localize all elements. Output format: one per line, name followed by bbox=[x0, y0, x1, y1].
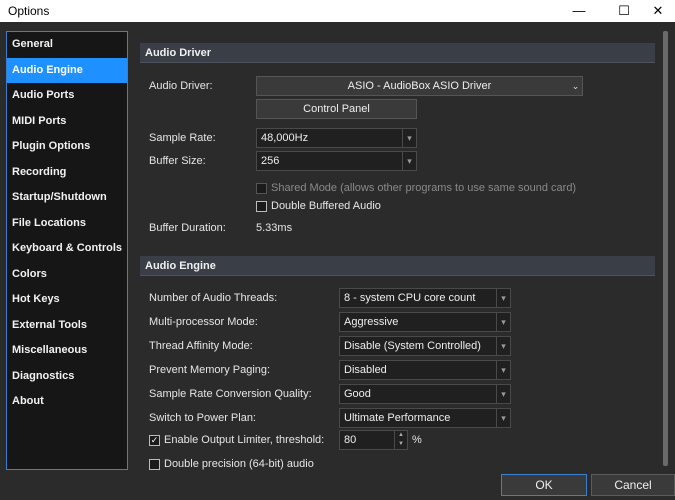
maximize-button[interactable]: ☐ bbox=[607, 0, 641, 22]
sidebar-item-audio-ports[interactable]: Audio Ports bbox=[7, 83, 127, 109]
power-plan-select[interactable]: Ultimate Performance ▾ bbox=[339, 408, 511, 428]
chevron-down-icon: ▾ bbox=[496, 385, 510, 403]
chevron-down-icon: ▾ bbox=[496, 313, 510, 331]
multiprocessor-mode-label: Multi-processor Mode: bbox=[149, 316, 258, 328]
double-precision-label: Double precision (64-bit) audio bbox=[164, 458, 314, 470]
src-quality-value: Good bbox=[344, 388, 371, 400]
cancel-button[interactable]: Cancel bbox=[591, 474, 675, 496]
sidebar-item-audio-engine[interactable]: Audio Engine bbox=[7, 57, 127, 83]
window-title: Options bbox=[8, 4, 50, 18]
buffer-duration-label: Buffer Duration: bbox=[149, 222, 226, 234]
sidebar-item-startup-shutdown[interactable]: Startup/Shutdown bbox=[7, 185, 127, 211]
power-plan-value: Ultimate Performance bbox=[344, 412, 451, 424]
double-buffered-checkbox[interactable] bbox=[256, 201, 267, 212]
src-quality-label: Sample Rate Conversion Quality: bbox=[149, 388, 312, 400]
sidebar-item-plugin-options[interactable]: Plugin Options bbox=[7, 134, 127, 160]
audio-engine-section-header: Audio Engine bbox=[140, 256, 655, 276]
ok-button[interactable]: OK bbox=[501, 474, 587, 496]
memory-paging-label: Prevent Memory Paging: bbox=[149, 364, 271, 376]
sidebar-item-diagnostics[interactable]: Diagnostics bbox=[7, 364, 127, 390]
sidebar-item-about[interactable]: About bbox=[7, 389, 127, 415]
shared-mode-checkbox[interactable] bbox=[256, 183, 267, 194]
audio-threads-label: Number of Audio Threads: bbox=[149, 292, 278, 304]
title-bar: Options — ☐ ✕ bbox=[0, 0, 675, 22]
output-limiter-checkbox[interactable]: ✓ bbox=[149, 435, 160, 446]
thread-affinity-select[interactable]: Disable (System Controlled) ▾ bbox=[339, 336, 511, 356]
multiprocessor-mode-select[interactable]: Aggressive ▾ bbox=[339, 312, 511, 332]
sample-rate-value: 48,000Hz bbox=[261, 132, 309, 144]
sidebar-item-colors[interactable]: Colors bbox=[7, 262, 127, 288]
audio-driver-select[interactable]: ASIO - AudioBox ASIO Driver ⌄ bbox=[256, 76, 583, 96]
sample-rate-label: Sample Rate: bbox=[149, 132, 216, 144]
double-buffered-label: Double Buffered Audio bbox=[271, 200, 381, 212]
double-precision-checkbox[interactable] bbox=[149, 459, 160, 470]
scrollbar-thumb[interactable] bbox=[663, 31, 668, 466]
shared-mode-label: Shared Mode (allows other programs to us… bbox=[271, 182, 577, 194]
buffer-duration-value: 5.33ms bbox=[256, 222, 293, 234]
minimize-button[interactable]: — bbox=[562, 0, 596, 22]
chevron-down-icon: ▾ bbox=[496, 361, 510, 379]
options-content: Audio Driver Audio Driver: ASIO - AudioB… bbox=[140, 31, 655, 471]
close-button[interactable]: ✕ bbox=[641, 0, 675, 22]
chevron-down-icon: ⌄ bbox=[571, 81, 580, 91]
sample-rate-select[interactable]: 48,000Hz ▾ bbox=[256, 128, 417, 148]
sidebar-item-keyboard-controls[interactable]: Keyboard & Controls bbox=[7, 236, 127, 262]
limiter-threshold-value: 80 bbox=[344, 434, 357, 446]
audio-driver-value: ASIO - AudioBox ASIO Driver bbox=[347, 80, 492, 92]
output-limiter-label: Enable Output Limiter, threshold: bbox=[164, 434, 325, 446]
src-quality-select[interactable]: Good ▾ bbox=[339, 384, 511, 404]
content-scrollbar[interactable] bbox=[660, 31, 670, 466]
chevron-down-icon: ▾ bbox=[402, 152, 416, 170]
spinner-arrows-icon[interactable]: ▲ ▼ bbox=[394, 431, 407, 449]
sidebar-item-midi-ports[interactable]: MIDI Ports bbox=[7, 109, 127, 135]
audio-driver-section-header: Audio Driver bbox=[140, 43, 655, 63]
buffer-size-value: 256 bbox=[261, 155, 280, 167]
thread-affinity-label: Thread Affinity Mode: bbox=[149, 340, 253, 352]
sidebar-item-general[interactable]: General bbox=[7, 32, 127, 58]
thread-affinity-value: Disable (System Controlled) bbox=[344, 340, 481, 352]
limiter-threshold-spinner[interactable]: 80 ▲ ▼ bbox=[339, 430, 408, 450]
sidebar-item-miscellaneous[interactable]: Miscellaneous bbox=[7, 338, 127, 364]
sidebar-item-recording[interactable]: Recording bbox=[7, 160, 127, 186]
power-plan-label: Switch to Power Plan: bbox=[149, 412, 256, 424]
sidebar-item-file-locations[interactable]: File Locations bbox=[7, 211, 127, 237]
buffer-size-label: Buffer Size: bbox=[149, 155, 206, 167]
chevron-down-icon: ▾ bbox=[402, 129, 416, 147]
options-sidebar: General Audio Engine Audio Ports MIDI Po… bbox=[6, 31, 128, 470]
multiprocessor-mode-value: Aggressive bbox=[344, 316, 399, 328]
audio-threads-value: 8 - system CPU core count bbox=[344, 292, 476, 304]
limiter-unit: % bbox=[412, 434, 422, 446]
memory-paging-select[interactable]: Disabled ▾ bbox=[339, 360, 511, 380]
memory-paging-value: Disabled bbox=[344, 364, 387, 376]
sidebar-item-hot-keys[interactable]: Hot Keys bbox=[7, 287, 127, 313]
audio-threads-select[interactable]: 8 - system CPU core count ▾ bbox=[339, 288, 511, 308]
chevron-down-icon: ▾ bbox=[496, 409, 510, 427]
buffer-size-select[interactable]: 256 ▾ bbox=[256, 151, 417, 171]
chevron-down-icon: ▾ bbox=[496, 337, 510, 355]
control-panel-button[interactable]: Control Panel bbox=[256, 99, 417, 119]
audio-driver-label: Audio Driver: bbox=[149, 80, 213, 92]
sidebar-item-external-tools[interactable]: External Tools bbox=[7, 313, 127, 339]
chevron-down-icon: ▾ bbox=[496, 289, 510, 307]
